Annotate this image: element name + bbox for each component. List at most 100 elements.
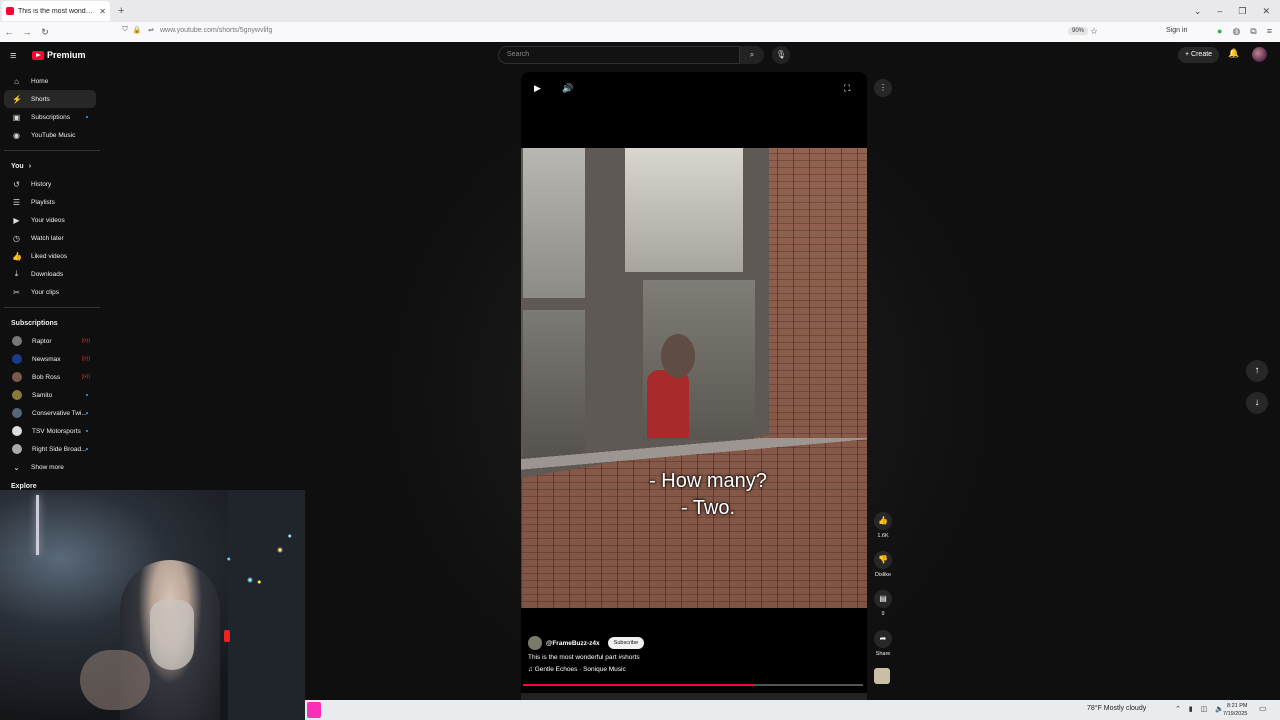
sidebar-item-your-clips[interactable]: ✂ Your clips xyxy=(0,283,104,301)
shorts-icon: ⚡ xyxy=(12,94,22,104)
playlists-icon: ☰ xyxy=(12,197,21,207)
vpn-icon[interactable]: ◍ xyxy=(1232,26,1240,37)
share-button[interactable]: ➦ Share xyxy=(873,630,893,657)
tab-list-icon[interactable]: ⌄ xyxy=(1194,6,1202,17)
sidebar-sub-tsv-motorsports[interactable]: TSV Motorsports xyxy=(0,422,104,440)
sidebar-item-history[interactable]: ↺ History xyxy=(0,175,104,193)
hamburger-menu-icon[interactable]: ≡ xyxy=(10,50,16,62)
webcam-hand xyxy=(80,650,150,710)
sidebar-item-label: Liked videos xyxy=(31,252,68,260)
voice-search-button[interactable]: 🎙 xyxy=(772,46,790,64)
fullscreen-icon[interactable]: ⛶ xyxy=(844,83,850,94)
sidebar-item-label: Shorts xyxy=(31,95,50,103)
sidebar-item-liked-videos[interactable]: 👍 Liked videos xyxy=(0,247,104,265)
new-content-dot xyxy=(86,430,88,432)
permissions-icon[interactable]: ⇌ xyxy=(142,26,160,34)
sidebar-you-header[interactable]: You › xyxy=(0,157,104,175)
search-input[interactable]: Search xyxy=(498,46,740,64)
channel-avatar[interactable] xyxy=(528,636,542,650)
next-short-button[interactable]: ↓ xyxy=(1246,392,1268,414)
tab-title: This is the most wonderful part xyxy=(18,7,95,15)
search-button[interactable]: ⌕ xyxy=(740,46,764,64)
bookmark-star-icon[interactable]: ☆ xyxy=(1090,26,1098,37)
zoom-badge[interactable]: 90% xyxy=(1068,27,1089,35)
channel-name[interactable]: @FrameBuzz-z4x xyxy=(546,640,600,647)
channel-avatar xyxy=(12,426,22,436)
subscribe-button[interactable]: Subscribe xyxy=(607,637,645,649)
youtube-header: ≡ Premium Search ⌕ 🎙 + Create 🔔 xyxy=(0,42,1280,70)
screen: This is the most wonderful part ✕ + ⌄ – … xyxy=(0,0,1280,720)
restore-icon[interactable]: ❐ xyxy=(1238,6,1246,17)
sidebar-sub-samito[interactable]: Samito xyxy=(0,386,104,404)
toolbar-extensions: ● ◍ ⧉ ≡ xyxy=(1217,26,1272,37)
youtube-logo[interactable]: Premium xyxy=(32,50,86,60)
webcam-beard xyxy=(150,600,194,670)
extensions-icon[interactable]: ⧉ xyxy=(1250,26,1256,37)
sound-thumbnail[interactable] xyxy=(874,668,890,684)
dislike-button[interactable]: 👎 Dislike xyxy=(873,551,893,578)
sidebar-sub-right-side-broadcasting[interactable]: Right Side Broad... xyxy=(0,440,104,458)
channel-avatar xyxy=(12,336,22,346)
sidebar-item-shorts[interactable]: ⚡ Shorts xyxy=(4,90,96,108)
sidebar: ⌂ Home ⚡ Shorts ▣ Subscriptions ◉ YouTub… xyxy=(0,72,104,492)
browser-tab[interactable]: This is the most wonderful part ✕ xyxy=(2,1,110,21)
sidebar-item-subscriptions[interactable]: ▣ Subscriptions xyxy=(0,108,104,126)
sidebar-sub-raptor[interactable]: Raptor ((•)) xyxy=(0,332,104,350)
notification-center-icon[interactable]: ▭ xyxy=(1259,704,1267,713)
comments-button[interactable]: ▤ 9 xyxy=(873,590,893,617)
comment-count: 9 xyxy=(881,611,885,617)
like-button[interactable]: 👍 1.6K xyxy=(873,512,893,539)
video-title[interactable]: This is the most wonderful part #shorts xyxy=(528,654,640,661)
video-frame[interactable]: - How many? - Two. xyxy=(521,148,867,608)
taskbar: 78°F Mostly cloudy ⌃ ▮ ◫ 🔈 8:21 PM 7/19/… xyxy=(305,700,1280,720)
notifications-icon[interactable]: 🔔 xyxy=(1228,48,1239,59)
webcam-red-light xyxy=(224,630,230,642)
live-icon: ((•)) xyxy=(81,374,90,380)
new-tab-icon[interactable]: + xyxy=(118,5,124,17)
menu-icon[interactable]: ≡ xyxy=(1267,26,1272,37)
close-window-icon[interactable]: ✕ xyxy=(1262,6,1270,17)
sidebar-item-your-videos[interactable]: ▶ Your videos xyxy=(0,211,104,229)
sidebar-sub-newsmax[interactable]: Newsmax ((•)) xyxy=(0,350,104,368)
sidebar-item-playlists[interactable]: ☰ Playlists xyxy=(0,193,104,211)
avatar[interactable] xyxy=(1252,47,1267,62)
chevron-right-icon: › xyxy=(28,162,32,170)
watch-later-icon: ◷ xyxy=(13,233,20,243)
window-controls: ⌄ – ❐ ✕ xyxy=(1194,0,1280,22)
close-tab-icon[interactable]: ✕ xyxy=(99,7,106,16)
system-tray[interactable]: ⌃ ▮ ◫ 🔈 xyxy=(1175,705,1227,713)
sidebar-item-watch-later[interactable]: ◷ Watch later xyxy=(0,229,104,247)
sign-in-button[interactable]: Sign in xyxy=(1166,27,1187,34)
video-figure-head xyxy=(661,334,695,378)
clock-date: 7/19/2025 xyxy=(1223,711,1248,717)
sidebar-item-label: History xyxy=(31,180,52,188)
sidebar-sub-conservative-twins[interactable]: Conservative Twi... xyxy=(0,404,104,422)
taskbar-app-icon[interactable] xyxy=(307,702,321,718)
music-row[interactable]: ♫ Gentle Echoes · Sonique Music xyxy=(528,666,626,673)
volume-icon[interactable]: 🔊 xyxy=(562,83,573,94)
chevron-down-icon: ⌄ xyxy=(13,462,20,472)
sidebar-item-downloads[interactable]: ⤓ Downloads xyxy=(0,265,104,283)
extension-icon[interactable]: ● xyxy=(1217,26,1222,37)
reload-icon[interactable]: ↻ xyxy=(36,27,54,38)
create-button[interactable]: + Create xyxy=(1178,47,1220,63)
sidebar-sub-bob-ross[interactable]: Bob Ross ((•)) xyxy=(0,368,104,386)
minimize-icon[interactable]: – xyxy=(1217,6,1222,16)
back-icon[interactable]: ← xyxy=(0,27,18,37)
sidebar-item-label: Your clips xyxy=(31,288,59,296)
previous-short-button[interactable]: ↑ xyxy=(1246,360,1268,382)
browser-tabbar: This is the most wonderful part ✕ + ⌄ – … xyxy=(0,0,1280,22)
progress-bar[interactable] xyxy=(523,684,863,686)
sidebar-item-youtube-music[interactable]: ◉ YouTube Music xyxy=(0,126,104,144)
mic-icon: 🎙 xyxy=(775,50,787,59)
weather-widget[interactable]: 78°F Mostly cloudy xyxy=(1087,705,1146,712)
logo-text: Premium xyxy=(47,50,86,60)
clock[interactable]: 8:21 PM 7/19/2025 xyxy=(1223,702,1247,718)
sidebar-item-home[interactable]: ⌂ Home xyxy=(0,72,104,90)
more-options-button[interactable]: ⋮ xyxy=(873,79,893,97)
url-field[interactable]: www.youtube.com/shorts/5gnywvlifg xyxy=(160,27,272,34)
video-caption: - How many? - Two. xyxy=(521,468,867,522)
sidebar-show-more[interactable]: ⌄ Show more xyxy=(0,458,104,476)
forward-icon[interactable]: → xyxy=(18,27,36,37)
play-icon[interactable]: ▶ xyxy=(534,83,541,94)
